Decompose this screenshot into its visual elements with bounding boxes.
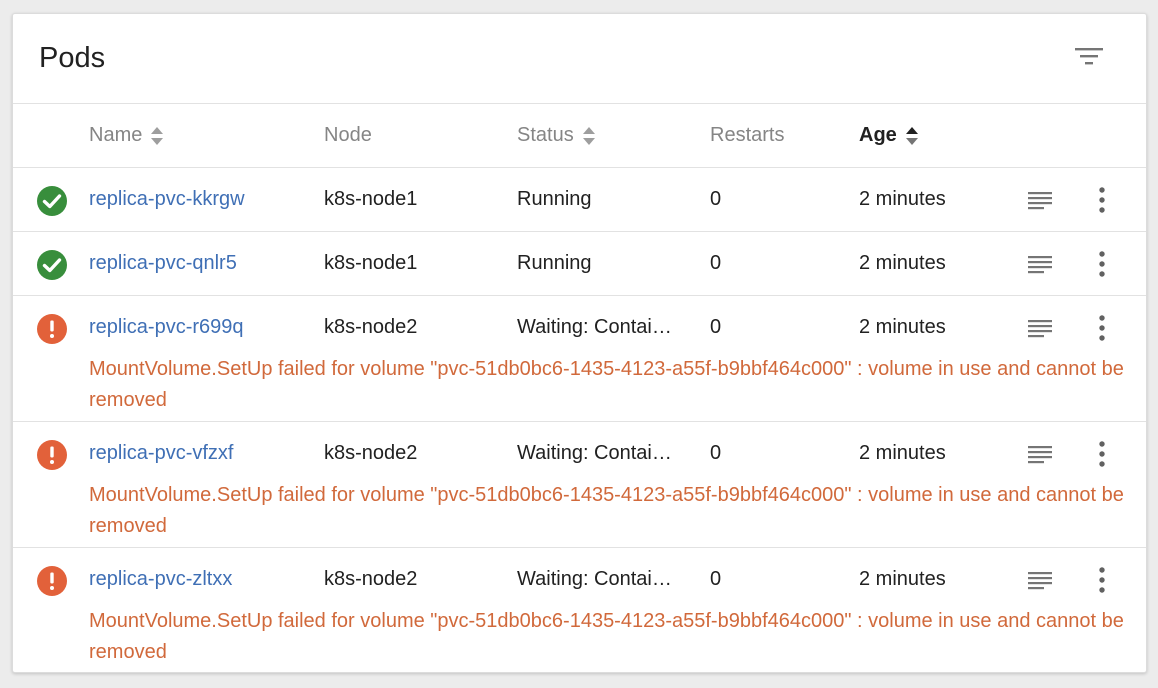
logs-icon [1028,446,1052,464]
pod-name-link[interactable]: replica-pvc-vfzxf [89,442,233,465]
pod-restarts: 0 [710,568,722,590]
card-header: Pods [13,14,1146,104]
column-header-age-label: Age [859,124,897,146]
filter-list-icon [1075,48,1103,65]
error-circle-icon [37,566,67,596]
table-body: replica-pvc-kkrgw k8s-node1 Running 0 2 … [13,168,1146,672]
column-header-restarts: Restarts [710,124,784,147]
pod-error-message: MountVolume.SetUp failed for volume "pvc… [89,610,1124,663]
logs-icon [1028,320,1052,338]
more-vert-icon [1099,441,1105,467]
column-header-restarts-label: Restarts [710,124,785,146]
check-circle-icon [37,186,67,216]
pod-age: 2 minutes [859,252,946,274]
table-row: replica-pvc-zltxx k8s-node2 Waiting: Con… [13,548,1146,672]
card-title: Pods [39,42,106,74]
pod-node: k8s-node1 [324,252,418,274]
pod-name-link[interactable]: replica-pvc-kkrgw [89,188,245,211]
logs-icon [1028,572,1052,590]
logs-button[interactable] [1025,440,1055,470]
logs-icon [1028,256,1052,274]
pod-restarts: 0 [710,316,722,338]
sort-icon [582,126,595,145]
pod-node: k8s-node1 [324,188,418,210]
pod-age: 2 minutes [859,442,946,464]
column-header-node-label: Node [324,124,372,146]
column-header-name[interactable]: Name [89,124,164,147]
pod-error-message: MountVolume.SetUp failed for volume "pvc… [89,358,1124,411]
more-actions-button[interactable] [1088,248,1116,280]
table-row: replica-pvc-r699q k8s-node2 Waiting: Con… [13,296,1146,422]
table-row: replica-pvc-qnlr5 k8s-node1 Running 0 2 … [13,232,1146,296]
pod-restarts: 0 [710,188,722,210]
column-header-status[interactable]: Status [517,124,596,147]
column-header-age[interactable]: Age [859,124,919,147]
pod-error-message: MountVolume.SetUp failed for volume "pvc… [89,484,1124,537]
pod-status: Waiting: Contai… [517,442,672,464]
table-row: replica-pvc-kkrgw k8s-node1 Running 0 2 … [13,168,1146,232]
logs-icon [1028,192,1052,210]
error-circle-icon [37,314,67,344]
check-circle-icon [37,250,67,280]
more-vert-icon [1099,567,1105,593]
table-header-row: Name Node Status Restarts Age [13,104,1146,168]
more-actions-button[interactable] [1088,184,1116,216]
column-header-name-label: Name [89,124,143,146]
column-header-status-label: Status [517,124,574,146]
pod-status: Running [517,252,592,274]
filter-button[interactable] [1071,42,1111,76]
pod-age: 2 minutes [859,188,946,210]
pod-age: 2 minutes [859,316,946,338]
logs-button[interactable] [1025,186,1055,216]
logs-button[interactable] [1025,250,1055,280]
pod-node: k8s-node2 [324,442,418,464]
more-actions-button[interactable] [1088,564,1116,596]
pod-restarts: 0 [710,442,722,464]
column-header-node: Node [324,124,372,147]
error-circle-icon [37,440,67,470]
pod-status: Waiting: Contai… [517,568,672,590]
logs-button[interactable] [1025,566,1055,596]
more-actions-button[interactable] [1088,438,1116,470]
pod-name-link[interactable]: replica-pvc-qnlr5 [89,252,237,275]
more-vert-icon [1099,315,1105,341]
sort-ascending-icon [905,126,918,145]
pod-node: k8s-node2 [324,568,418,590]
pod-age: 2 minutes [859,568,946,590]
table-row: replica-pvc-vfzxf k8s-node2 Waiting: Con… [13,422,1146,548]
logs-button[interactable] [1025,314,1055,344]
pods-card: Pods Name Node Status Restarts Age repli… [12,13,1147,673]
pod-restarts: 0 [710,252,722,274]
more-vert-icon [1099,187,1105,213]
more-vert-icon [1099,251,1105,277]
more-actions-button[interactable] [1088,312,1116,344]
pod-node: k8s-node2 [324,316,418,338]
pod-status: Running [517,188,592,210]
pod-name-link[interactable]: replica-pvc-r699q [89,316,244,339]
pod-name-link[interactable]: replica-pvc-zltxx [89,568,232,591]
sort-icon [151,126,164,145]
pod-status: Waiting: Contai… [517,316,672,338]
